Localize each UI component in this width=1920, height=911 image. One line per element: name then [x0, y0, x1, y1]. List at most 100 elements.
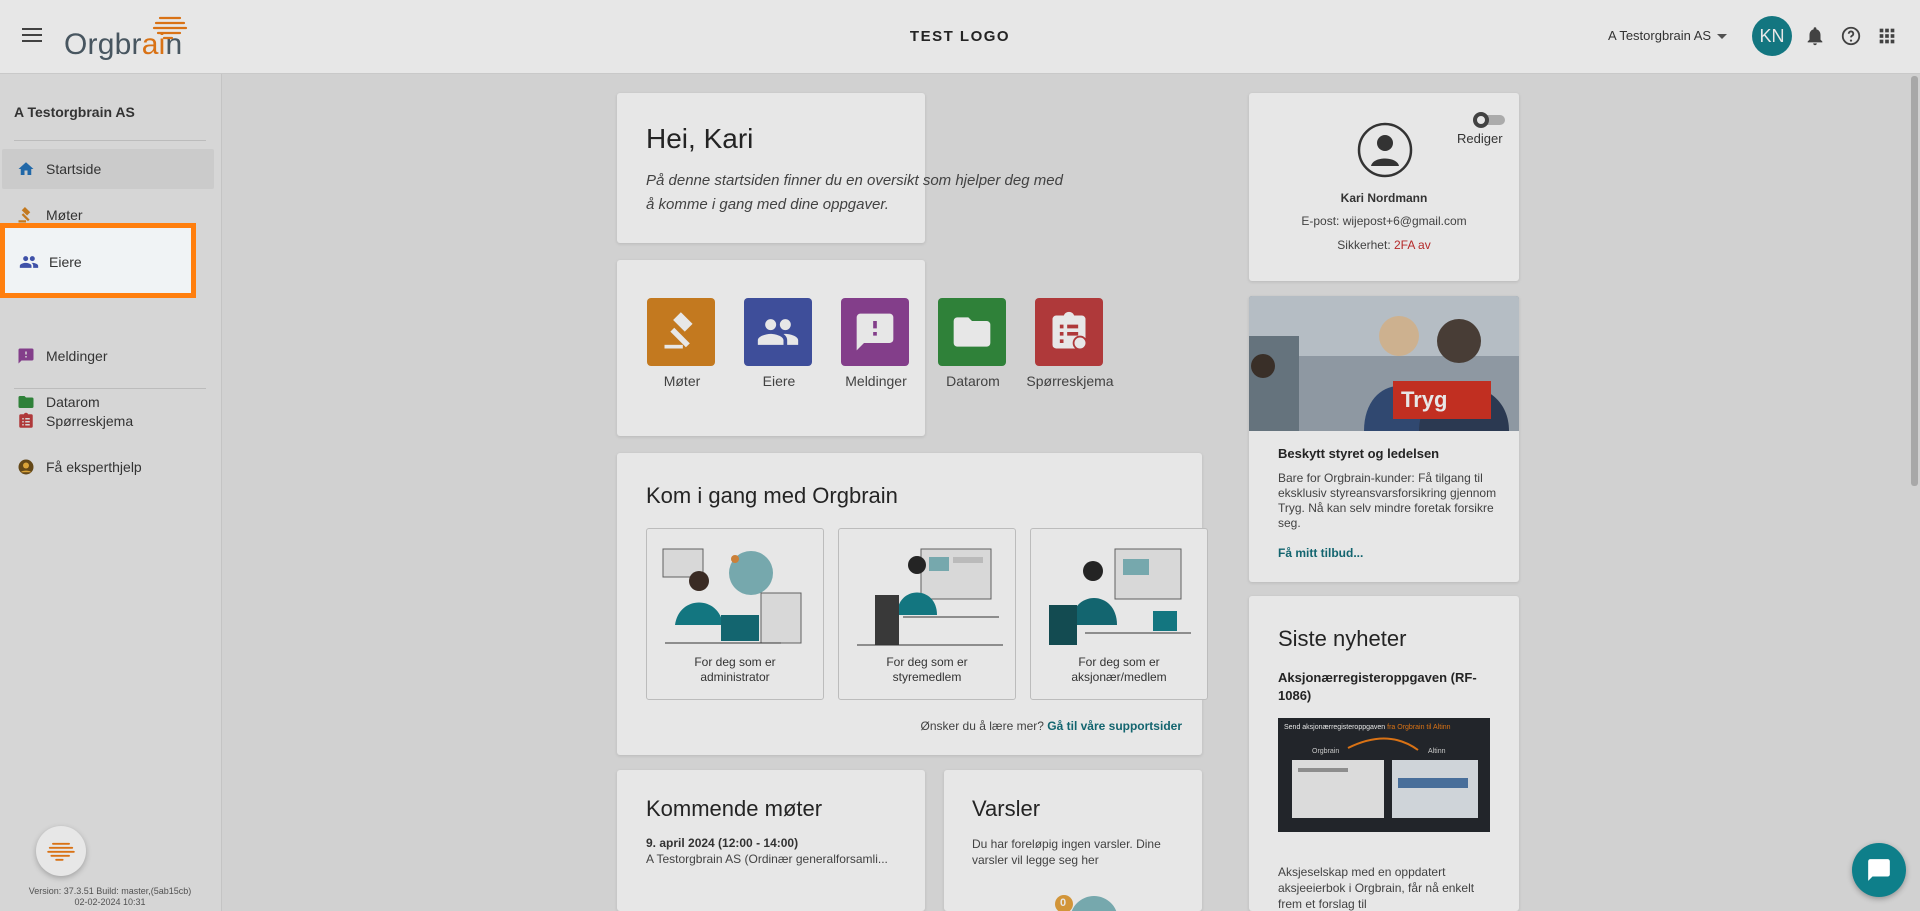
sidebar-item-eiere[interactable]: Eiere	[19, 252, 82, 272]
role-administrator-card[interactable]: For deg som er administrator	[646, 528, 824, 700]
app-label: Spørreskjema	[1026, 373, 1114, 389]
upcoming-meetings-title: Kommende møter	[646, 796, 823, 821]
getting-started-card: Kom i gang med Orgbrain For deg som er ad…	[617, 453, 1208, 755]
orgbrain-assistant-button[interactable]	[36, 826, 86, 876]
sidebar-item-label: Spørreskjema	[46, 413, 134, 429]
tryg-title: Beskytt styret og ledelsen	[1278, 446, 1440, 461]
message-icon	[841, 298, 909, 366]
welcome-text: På denne startsiden finner du en oversik…	[646, 172, 1063, 213]
meeting-date[interactable]: 9. april 2024 (12:00 - 14:00)	[646, 836, 798, 850]
sidebar-divider	[14, 140, 206, 141]
clipboard-icon	[16, 411, 36, 431]
news-title: Siste nyheter	[1278, 626, 1407, 651]
news-headline[interactable]: Aksjonærregisteroppgaven (RF-1086)	[1278, 669, 1498, 705]
folder-icon	[938, 298, 1006, 366]
bell-icon[interactable]	[1804, 25, 1826, 47]
user-avatar[interactable]: KN	[1752, 16, 1792, 56]
clipboard-icon	[1035, 298, 1103, 366]
sidebar-item-eksperthjelp[interactable]: Få eksperthjelp	[2, 447, 214, 487]
tryg-offer-link[interactable]: Få mitt tilbud...	[1278, 546, 1363, 560]
brain-logo-icon	[47, 842, 75, 861]
people-icon	[744, 298, 812, 366]
app-eiere[interactable]: Eiere	[744, 298, 814, 389]
welcome-card: Hei, Kari På denne startsiden finner du …	[617, 93, 1063, 243]
sidebar-item-sporreskjema[interactable]: Spørreskjema	[2, 401, 214, 441]
app-datarom[interactable]: Datarom	[938, 298, 1008, 389]
menu-icon[interactable]	[20, 24, 44, 48]
sidebar-item-label: Møter	[46, 207, 83, 223]
sidebar-item-meldinger[interactable]: Meldinger	[2, 336, 214, 376]
home-icon	[16, 159, 36, 179]
version-info: Version: 37.3.51 Build: master,(5ab15cb)…	[10, 886, 210, 908]
edit-label: Rediger	[1457, 131, 1503, 146]
app-meldinger[interactable]: Meldinger	[841, 298, 911, 389]
chat-icon	[1868, 859, 1890, 881]
news-text: Aksjeselskap med en oppdatert aksjeeierb…	[1278, 865, 1475, 911]
sidebar: A Testorgbrain AS Startside Møter Meldin…	[0, 74, 222, 911]
security-status[interactable]: 2FA av	[1394, 238, 1431, 252]
app-label: Datarom	[946, 373, 1000, 389]
alerts-empty-text: Du har foreløpig ingen varsler. Dine var…	[972, 837, 1161, 867]
user-avatar-icon[interactable]	[1357, 122, 1413, 178]
role-styremedlem-card[interactable]: For deg som er styremedlem	[838, 528, 1016, 700]
upcoming-meetings-card: Kommende møter 9. april 2024 (12:00 - 14…	[617, 770, 925, 911]
apps-grid-icon[interactable]	[1876, 25, 1898, 47]
sidebar-org-name: A Testorgbrain AS	[14, 104, 135, 120]
app-label: Eiere	[762, 373, 796, 389]
sidebar-item-label: Startside	[46, 161, 102, 177]
sidebar-item-label: Meldinger	[46, 348, 108, 364]
role-aksjonaer-card[interactable]: For deg som er aksjonær/medlem	[1030, 528, 1208, 700]
gavel-icon	[647, 298, 715, 366]
chevron-down-icon	[1717, 34, 1728, 40]
expert-icon	[16, 457, 36, 477]
getting-started-title: Kom i gang med Orgbrain	[646, 483, 898, 508]
app-shortcuts: Møter Eiere Meldinger Datarom Spørreskje…	[647, 298, 1132, 389]
news-image[interactable]: Send aksjonærregisteroppgaven fra Orgbra…	[1278, 718, 1490, 832]
edit-toggle[interactable]	[1473, 112, 1505, 128]
help-icon[interactable]	[1840, 25, 1862, 47]
welcome-title: Hei, Kari	[646, 123, 754, 154]
app-moter[interactable]: Møter	[647, 298, 717, 389]
meeting-name[interactable]: A Testorgbrain AS (Ordinær generalforsam…	[646, 852, 888, 866]
learn-more-line: Ønsker du å lære mer? Gå til våre suppor…	[921, 719, 1182, 733]
gavel-icon	[16, 205, 36, 225]
top-bar: Orgbrain TEST LOGO A Testorgbrain AS KN	[0, 0, 1920, 74]
learn-more-text: Ønsker du å lære mer?	[920, 719, 1044, 733]
people-icon	[19, 256, 39, 268]
profile-name: Kari Nordmann	[1340, 191, 1428, 205]
app-label: Meldinger	[845, 373, 907, 389]
profile-card: Rediger Kari Nordmann E-post: wijepost+6…	[1249, 93, 1519, 281]
sidebar-divider	[14, 388, 206, 389]
tryg-logo: Tryg	[1393, 381, 1491, 419]
tryg-banner-image[interactable]: Tryg	[1249, 296, 1519, 431]
sidebar-item-label: Eiere	[49, 254, 82, 270]
role-caption: For deg som er styremedlem	[886, 655, 968, 684]
profile-email: E-post: wijepost+6@gmail.com	[1301, 214, 1467, 228]
alerts-badge: 0	[1060, 897, 1067, 909]
page-scrollbar[interactable]	[1911, 76, 1918, 486]
profile-security: Sikkerhet: 2FA av	[1337, 238, 1431, 252]
sidebar-item-startside[interactable]: Startside	[2, 149, 214, 189]
news-card: Siste nyheter Aksjonærregisteroppgaven (…	[1249, 596, 1519, 911]
highlight-box: Eiere	[0, 223, 196, 298]
support-link[interactable]: Gå til våre supportsider	[1047, 719, 1182, 733]
version-line: Version: 37.3.51 Build: master,(5ab15cb)	[28, 886, 192, 896]
chat-button[interactable]	[1852, 843, 1906, 897]
brain-logo-icon	[152, 16, 188, 40]
alerts-card: Varsler Du har foreløpig ingen varsler. …	[944, 770, 1202, 911]
company-logo-text: TEST LOGO	[909, 28, 1011, 45]
app-sporreskjema[interactable]: Spørreskjema	[1026, 298, 1114, 389]
tryg-text: Bare for Orgbrain-kunder: Få tilgang til…	[1278, 471, 1497, 530]
role-caption: For deg som er administrator	[694, 655, 776, 684]
administrator-illustration	[662, 548, 802, 644]
sidebar-item-label: Få eksperthjelp	[46, 459, 142, 475]
role-caption: For deg som er aksjonær/medlem	[1071, 655, 1167, 684]
board-member-illustration	[857, 548, 1003, 646]
tryg-offer-card: Tryg Beskytt styret og ledelsen Bare for…	[1249, 296, 1519, 582]
apps-card: Møter Eiere Meldinger Datarom Spørreskje…	[617, 260, 1114, 436]
message-icon	[16, 346, 36, 366]
alerts-title: Varsler	[972, 796, 1041, 821]
build-date: 02-02-2024 10:31	[74, 897, 146, 907]
shareholder-illustration	[1049, 548, 1191, 645]
organization-selector[interactable]: A Testorgbrain AS	[1608, 28, 1728, 43]
